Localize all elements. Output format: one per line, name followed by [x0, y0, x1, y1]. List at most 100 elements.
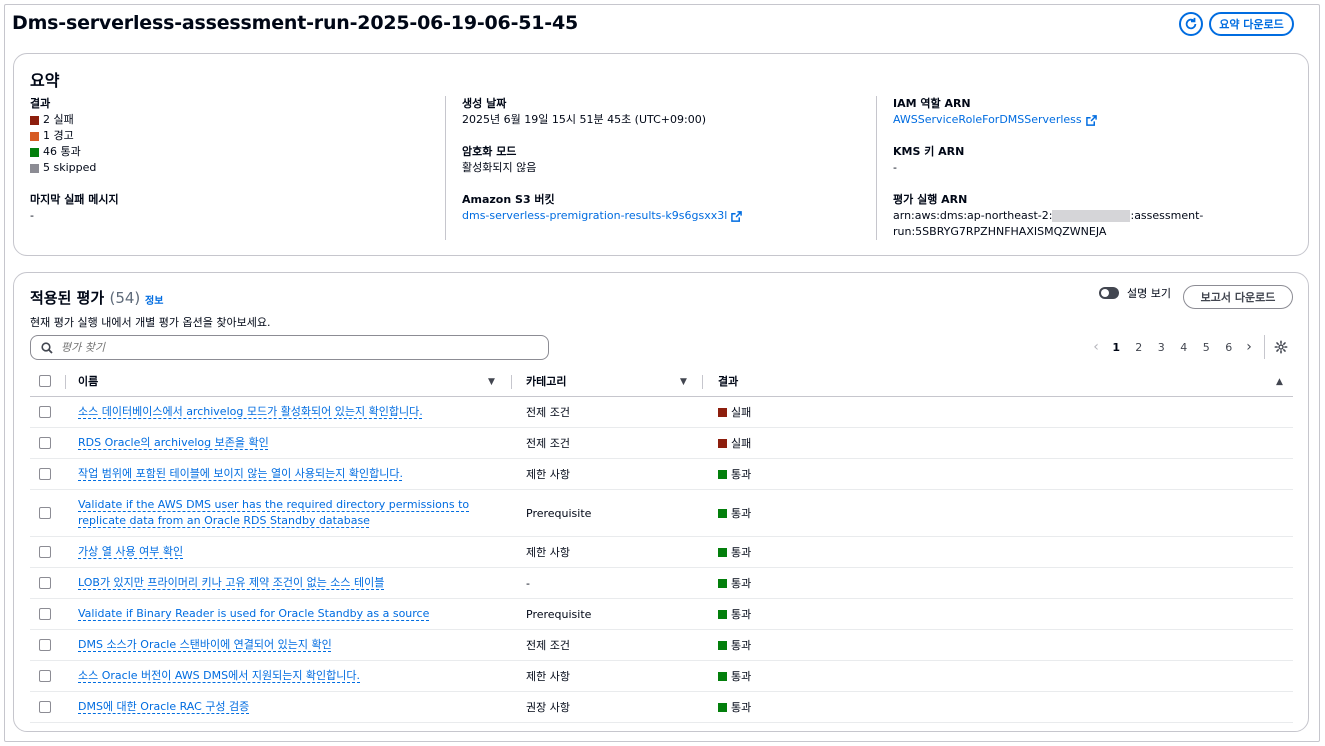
kms-key-value: -: [893, 161, 897, 174]
page-title: Dms-serverless-assessment-run-2025-06-19…: [12, 12, 579, 34]
result-status-text: 통과: [731, 507, 752, 520]
row-checkbox[interactable]: [39, 639, 51, 651]
last-error-label: 마지막 실패 메시지: [30, 193, 119, 206]
iam-role-label: IAM 역할 ARN: [893, 97, 971, 110]
name-cell: 가상 열 사용 여부 확인: [78, 537, 498, 567]
row-checkbox[interactable]: [39, 701, 51, 713]
result-cell: 통과: [718, 599, 751, 629]
table-row: Validate if Binary Reader is used for Or…: [30, 599, 1293, 630]
page-5[interactable]: 5: [1195, 341, 1218, 354]
table-row: Validate if the AWS DMS user has the req…: [30, 490, 1293, 537]
refresh-button[interactable]: [1179, 12, 1203, 36]
row-select-cell: [39, 599, 51, 629]
last-error-value: -: [30, 209, 34, 222]
table-header: 이름 ▼ 카테고리 ▼ 결과 ▲: [30, 366, 1293, 397]
result-status-text: 통과: [731, 546, 752, 559]
assessment-name-link[interactable]: RDS Oracle의 archivelog 보존을 확인: [78, 435, 269, 451]
name-cell: 소스 Oracle 버전이 AWS DMS에서 지원되는지 확인합니다.: [78, 661, 498, 691]
download-summary-button[interactable]: 요약 다운로드: [1209, 12, 1294, 36]
assessment-name-link[interactable]: Validate if the AWS DMS user has the req…: [78, 497, 498, 529]
sort-caret-down-icon[interactable]: ▼: [680, 377, 687, 387]
page-3[interactable]: 3: [1150, 341, 1173, 354]
status-square-icon: [718, 671, 727, 681]
arn-line2: run:5SBRYG7RPZHNFHAXISMQZWNEJA: [893, 225, 1107, 238]
row-checkbox[interactable]: [39, 406, 51, 418]
col-header-name[interactable]: 이름: [78, 366, 98, 396]
page-4[interactable]: 4: [1173, 341, 1196, 354]
result-cell: 통과: [718, 459, 751, 489]
column-divider: [876, 96, 877, 240]
assessment-name-link[interactable]: 가상 열 사용 여부 확인: [78, 544, 183, 560]
category-cell: -: [526, 576, 530, 590]
category-cell: 전제 조건: [526, 406, 570, 419]
select-all-checkbox[interactable]: [39, 375, 51, 387]
assessment-arn-value: arn:aws:dms:ap-northeast-2::assessment- …: [893, 208, 1293, 240]
assessment-name-link[interactable]: DMS 소스가 Oracle 스탠바이에 연결되어 있는지 확인: [78, 637, 332, 653]
result-status-text: 통과: [731, 608, 752, 621]
download-report-button[interactable]: 보고서 다운로드: [1183, 285, 1293, 309]
page-2[interactable]: 2: [1128, 341, 1151, 354]
summary-col-details: 생성 날짜 2025년 6월 19일 15시 51분 45초 (UTC+09:0…: [462, 96, 862, 240]
kms-key-label: KMS 키 ARN: [893, 145, 965, 158]
summary-col-arns: IAM 역할 ARN AWSServiceRoleForDMSServerles…: [893, 96, 1293, 256]
iam-role-link[interactable]: AWSServiceRoleForDMSServerless: [893, 112, 1097, 128]
name-cell: 작업 범위에 포함된 테이블에 보이지 않는 열이 사용되는지 확인합니다.: [78, 459, 498, 489]
toggle-switch[interactable]: [1099, 287, 1119, 299]
sort-caret-up-icon[interactable]: ▲: [1276, 377, 1283, 387]
table-row: 소스 데이터베이스에서 archivelog 모드가 활성화되어 있는지 확인합…: [30, 397, 1293, 428]
name-cell: DMS 소스가 Oracle 스탠바이에 연결되어 있는지 확인: [78, 630, 498, 660]
row-checkbox[interactable]: [39, 670, 51, 682]
assessment-name-link[interactable]: 소스 데이터베이스에서 archivelog 모드가 활성화되어 있는지 확인합…: [78, 404, 423, 420]
page-1[interactable]: 1: [1105, 341, 1128, 354]
col-header-category[interactable]: 카테고리: [526, 366, 566, 396]
result-cell: 통과: [718, 537, 751, 567]
gear-icon[interactable]: [1274, 340, 1288, 354]
status-square-icon: [718, 609, 727, 619]
result-count-text: 46 통과: [43, 145, 81, 158]
row-checkbox[interactable]: [39, 546, 51, 558]
assessment-name-link[interactable]: 작업 범위에 포함된 테이블에 보이지 않는 열이 사용되는지 확인합니다.: [78, 466, 403, 482]
assessment-name-link[interactable]: DMS에 대한 Oracle RAC 구성 검증: [78, 699, 249, 715]
row-checkbox[interactable]: [39, 577, 51, 589]
search-box[interactable]: [30, 335, 549, 360]
row-checkbox[interactable]: [39, 507, 51, 519]
result-count-item: 2 실패: [30, 112, 430, 128]
external-link-icon: [731, 210, 743, 222]
category-cell: 권장 사항: [526, 701, 570, 714]
result-status: 통과: [718, 606, 751, 622]
category-cell: 제한 사항: [526, 670, 570, 683]
result-cell: 실패: [718, 428, 751, 458]
row-checkbox[interactable]: [39, 437, 51, 449]
table-body: 소스 데이터베이스에서 archivelog 모드가 활성화되어 있는지 확인합…: [30, 397, 1293, 723]
assessment-name-link[interactable]: 소스 Oracle 버전이 AWS DMS에서 지원되는지 확인합니다.: [78, 668, 360, 684]
assessment-name-link[interactable]: Validate if Binary Reader is used for Or…: [78, 606, 429, 622]
category-cell: 전제 조건: [526, 639, 570, 652]
encryption-value: 활성화되지 않음: [462, 161, 537, 174]
status-square-icon: [30, 115, 39, 125]
result-status: 통과: [718, 505, 751, 521]
assessments-title-text: 적용된 평가: [30, 289, 105, 307]
row-checkbox[interactable]: [39, 608, 51, 620]
s3-bucket-link[interactable]: dms-serverless-premigration-results-k9s6…: [462, 208, 743, 224]
category-cell: 전제 조건: [526, 437, 570, 450]
prev-page-icon[interactable]: ‹: [1087, 339, 1105, 355]
toggle-label: 설명 보기: [1127, 287, 1171, 300]
select-all-cell: [39, 366, 51, 396]
row-checkbox[interactable]: [39, 468, 51, 480]
row-select-cell: [39, 459, 51, 489]
name-cell: LOB가 있지만 프라이머리 키나 고유 제약 조건이 없는 소스 테이블: [78, 568, 498, 598]
next-page-icon[interactable]: ›: [1240, 339, 1258, 355]
info-link[interactable]: 정보: [145, 292, 163, 307]
col-header-result[interactable]: 결과: [718, 366, 738, 396]
table-row: DMS 소스가 Oracle 스탠바이에 연결되어 있는지 확인 전제 조건 통과: [30, 630, 1293, 661]
result-count-item: 46 통과: [30, 144, 430, 160]
page-6[interactable]: 6: [1218, 341, 1241, 354]
result-status: 통과: [718, 637, 751, 653]
show-description-toggle[interactable]: 설명 보기: [1099, 285, 1171, 301]
status-square-icon: [718, 640, 727, 650]
sort-caret-down-icon[interactable]: ▼: [488, 377, 495, 387]
result-count-item: 5 skipped: [30, 160, 430, 176]
s3-bucket-label: Amazon S3 버킷: [462, 193, 555, 206]
search-input[interactable]: [61, 341, 521, 354]
assessment-name-link[interactable]: LOB가 있지만 프라이머리 키나 고유 제약 조건이 없는 소스 테이블: [78, 575, 384, 591]
